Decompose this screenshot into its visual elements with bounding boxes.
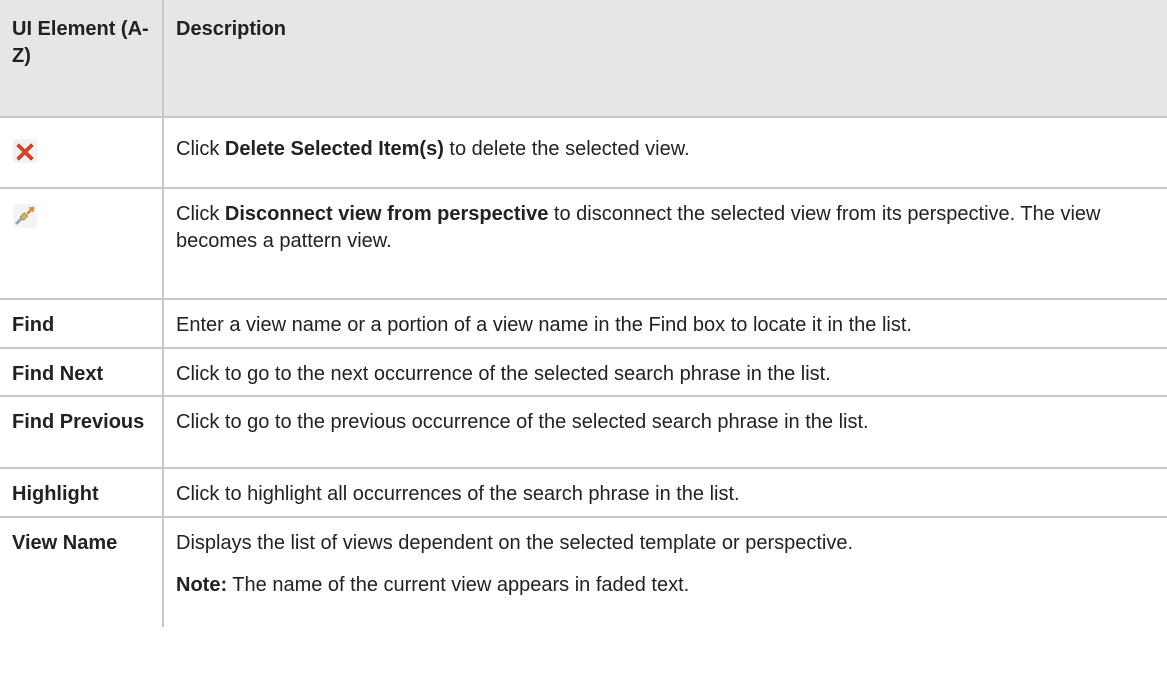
description-bold: Delete Selected Item(s) <box>224 138 444 160</box>
table-header-row: UI Element (A-Z) Description <box>0 0 1167 118</box>
disconnect-plug-icon <box>12 203 38 229</box>
ui-element-cell <box>0 187 164 300</box>
ui-element-cell: Find Next <box>0 347 164 397</box>
table-row: Highlight Click to highlight all occurre… <box>0 467 1167 518</box>
description-cell: Click to go to the previous occurrence o… <box>162 395 1167 469</box>
note-label: Note: <box>176 574 228 596</box>
table-row: Click Delete Selected Item(s) to delete … <box>0 116 1167 189</box>
note-text: The name of the current view appears in … <box>227 574 690 596</box>
description-cell: Enter a view name or a portion of a view… <box>162 298 1167 349</box>
note-paragraph: Note: The name of the current view appea… <box>176 572 1155 599</box>
description-text: Displays the list of views dependent on … <box>176 532 854 554</box>
ui-element-cell <box>0 116 164 189</box>
description-cell: Click Disconnect view from perspective t… <box>162 187 1167 300</box>
description-bold: Disconnect view from perspective <box>224 203 549 225</box>
table-row: Find Enter a view name or a portion of a… <box>0 298 1167 349</box>
ui-elements-table: UI Element (A-Z) Description Click Delet… <box>0 0 1167 627</box>
ui-element-cell: Find Previous <box>0 395 164 469</box>
description-cell: Displays the list of views dependent on … <box>162 516 1167 627</box>
ui-element-cell: Find <box>0 298 164 349</box>
description-cell: Click to go to the next occurrence of th… <box>162 347 1167 397</box>
header-ui-element: UI Element (A-Z) <box>0 0 164 118</box>
header-description: Description <box>162 0 1167 118</box>
description-cell: Click Delete Selected Item(s) to delete … <box>162 116 1167 189</box>
description-cell: Click to highlight all occurrences of th… <box>162 467 1167 518</box>
delete-icon <box>12 138 38 164</box>
table-row: Find Next Click to go to the next occurr… <box>0 347 1167 397</box>
description-text: to delete the selected view. <box>443 138 690 160</box>
description-text: Click <box>176 138 225 160</box>
table-row: Find Previous Click to go to the previou… <box>0 395 1167 469</box>
table-row: Click Disconnect view from perspective t… <box>0 187 1167 300</box>
ui-element-cell: View Name <box>0 516 164 627</box>
ui-element-cell: Highlight <box>0 467 164 518</box>
description-text: Click <box>176 203 225 225</box>
table-row: View Name Displays the list of views dep… <box>0 516 1167 627</box>
